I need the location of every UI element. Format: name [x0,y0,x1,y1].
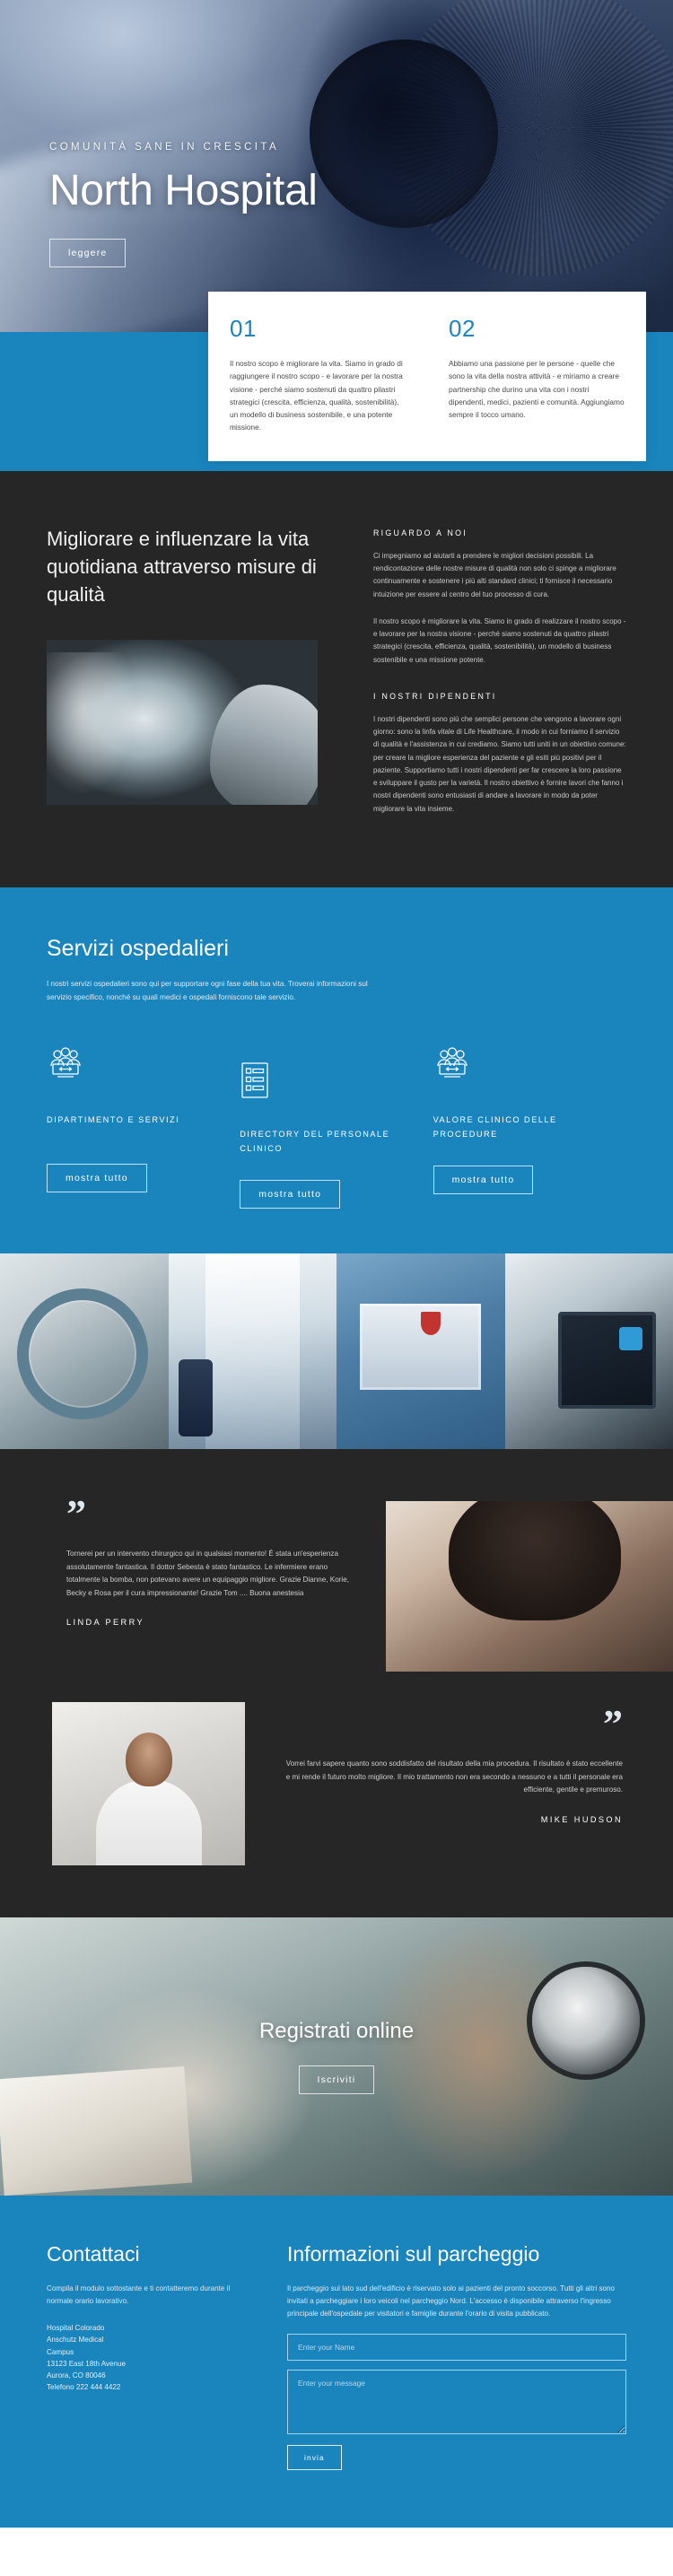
hero-content: COMUNITÀ SANE IN CRESCITA North Hospital… [49,142,318,267]
about-spacer [373,681,626,692]
people-group-icon [47,1047,214,1087]
intro-card-01-number: 01 [230,315,257,342]
xray-photo [47,639,318,805]
testimonial-linda-perry: ” Tornerei per un intervento chirurgico … [0,1491,386,1627]
parking-text: Il parcheggio sul lato sud dell'edificio… [287,2283,616,2318]
message-input[interactable] [287,2369,626,2434]
gallery-photo-stethoscope [0,1253,169,1449]
service-card-departments: DIPARTIMENTO E SERVIZI mostra tutto [47,1047,240,1193]
about-paragraph-3: I nostri dipendenti sono più che semplic… [373,714,626,813]
page-title: North Hospital [49,166,318,214]
footer-section: Contattaci Compila il modulo sottostante… [0,2195,673,2528]
service-card-clinical-value: VALORE CLINICO DELLE PROCEDURE mostra tu… [433,1047,626,1194]
quote-icon: ” [66,1491,86,1536]
services-lead: I nostri servizi ospedalieri sono qui pe… [47,979,368,1001]
landing-page: COMUNITÀ SANE IN CRESCITA North Hospital… [0,0,673,2528]
register-banner: Registrati online Iscriviti [0,1917,673,2196]
contact-heading: Contattaci [47,2241,140,2266]
intro-card-01-text: Il nostro scopo è migliorare la vita. Si… [230,359,403,432]
about-section: Migliorare e influenzare la vita quotidi… [0,471,673,887]
about-left-column: Migliorare e influenzare la vita quotidi… [47,525,343,830]
intro-card-02-text: Abbiamo una passione per le persone - qu… [449,359,625,420]
contact-text: Compila il modulo sottostante e ti conta… [47,2283,231,2305]
microscope-lens-core-decoration [310,39,498,229]
parking-heading: Informazioni sul parcheggio [287,2241,540,2266]
services-section: Servizi ospedalieri I nostri servizi osp… [0,886,673,1253]
register-content: Registrati online Iscriviti [0,1917,673,2196]
register-heading: Registrati online [258,2018,415,2043]
about-paragraph-2: Il nostro scopo è migliorare la vita. Si… [373,616,626,664]
testimonial-row-second: ” Vorrei farvi sapere quanto sono soddis… [0,1701,673,1865]
hero-section: COMUNITÀ SANE IN CRESCITA North Hospital… [0,0,673,332]
testimonials-section: ” Tornerei per un intervento chirurgico … [0,1448,673,1917]
about-right-column: RIGUARDO A NOI Ci impegniamo ad aiutarti… [373,525,626,830]
gallery-photo-tablet [504,1253,673,1449]
gallery-photo-building [336,1253,505,1449]
hero-read-button[interactable]: leggere [49,239,127,267]
service-button-clinical-value[interactable]: mostra tutto [433,1165,534,1194]
address-line: 13123 East 18th Avenue [47,2359,127,2368]
hero-button-wrapper: leggere [49,239,318,267]
services-row: DIPARTIMENTO E SERVIZI mostra tutto DIRE… [47,1047,626,1209]
intro-card-02: 02 Abbiamo una passione per le persone -… [427,292,646,461]
footer-parking-column: Informazioni sul parcheggio Il parcheggi… [287,2242,626,2470]
submit-button[interactable]: invia [287,2444,342,2470]
gallery-photo-corridor [168,1253,336,1449]
service-card-clinical-directory: DIRECTORY DEL PERSONALE CLINICO mostra t… [240,1061,433,1209]
intro-card-02-number: 02 [449,315,476,342]
testimonial-photo-right [386,1500,673,1672]
address-line: Hospital Colorado [47,2324,105,2333]
staff-label: I NOSTRI DIPENDENTI [373,691,497,701]
hero-eyebrow: COMUNITÀ SANE IN CRESCITA [49,141,280,153]
register-signup-button[interactable]: Iscriviti [298,2065,375,2094]
testimonial-author-1: LINDA PERRY [66,1617,144,1627]
testimonial-quote-2: Vorrei farvi sapere quanto sono soddisfa… [285,1760,623,1794]
intro-card-01: 01 Il nostro scopo è migliorare la vita.… [208,292,427,461]
testimonial-mike-hudson: ” Vorrei farvi sapere quanto sono soddis… [245,1701,673,1824]
service-title-clinical-value: VALORE CLINICO DELLE PROCEDURE [433,1115,557,1139]
footer-contact-column: Contattaci Compila il modulo sottostante… [47,2242,255,2470]
service-button-departments[interactable]: mostra tutto [47,1164,147,1193]
intro-cards-band: 01 Il nostro scopo è migliorare la vita.… [0,292,673,471]
service-title-departments: DIPARTIMENTO E SERVIZI [47,1115,180,1125]
quote-icon: ” [603,1701,623,1746]
testimonial-author-2: MIKE HUDSON [540,1814,623,1824]
list-document-icon [240,1061,407,1101]
contact-address: Hospital Colorado Anschutz Medical Campu… [47,2322,255,2393]
people-group-icon [433,1047,601,1087]
about-label: RIGUARDO A NOI [373,528,468,537]
service-title-clinical-directory: DIRECTORY DEL PERSONALE CLINICO [240,1130,390,1153]
address-line: Aurora, CO 80046 [47,2371,106,2380]
service-button-clinical-directory[interactable]: mostra tutto [240,1179,341,1209]
about-paragraph-1: Ci impegniamo ad aiutarti a prendere le … [373,552,616,598]
testimonial-row-first: ” Tornerei per un intervento chirurgico … [0,1491,673,1672]
photo-gallery [0,1253,673,1449]
services-heading: Servizi ospedalieri [47,935,229,961]
name-input[interactable] [287,2333,626,2361]
intro-cards-row: 01 Il nostro scopo è migliorare la vita.… [208,292,646,461]
about-heading: Migliorare e influenzare la vita quotidi… [47,528,317,607]
address-line: Campus [47,2347,74,2356]
testimonial-photo-left [52,1701,245,1865]
testimonial-quote-1: Tornerei per un intervento chirurgico qu… [66,1550,349,1597]
address-line: Anschutz Medical [47,2336,104,2345]
address-line: Telefono 222 444 4422 [47,2382,121,2391]
